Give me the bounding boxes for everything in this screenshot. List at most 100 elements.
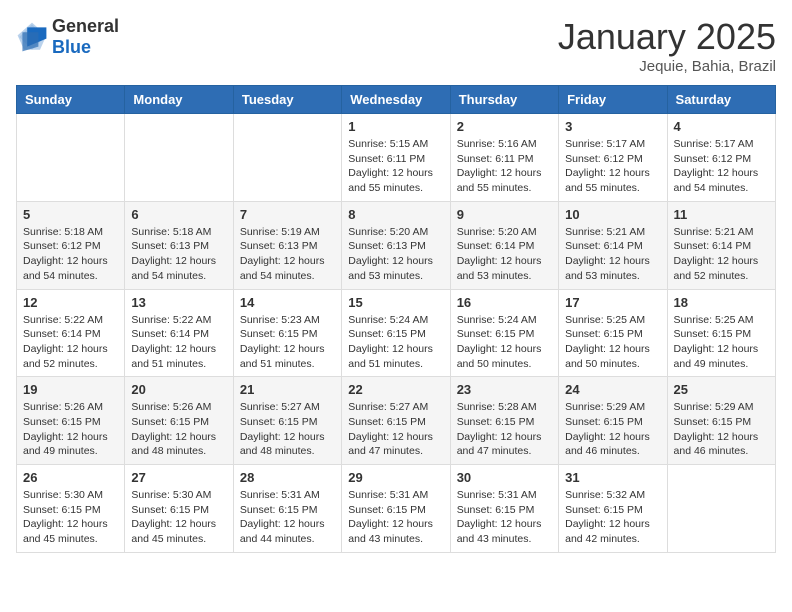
day-number: 8	[348, 207, 443, 222]
day-number: 13	[131, 295, 226, 310]
month-title: January 2025	[558, 16, 776, 58]
day-info: Sunrise: 5:15 AM Sunset: 6:11 PM Dayligh…	[348, 137, 443, 196]
calendar-cell: 21 Sunrise: 5:27 AM Sunset: 6:15 PM Dayli…	[233, 377, 341, 465]
calendar-week-row: 5Sunrise: 5:18 AM Sunset: 6:12 PM Daylig…	[17, 201, 776, 289]
logo-general: General	[52, 16, 119, 37]
day-info: Sunrise: 5:24 AM Sunset: 6:15 PM Dayligh…	[348, 313, 443, 372]
calendar-cell: 17Sunrise: 5:25 AM Sunset: 6:15 PM Dayli…	[559, 289, 667, 377]
calendar-header-tuesday: Tuesday	[233, 86, 341, 114]
calendar-cell	[667, 465, 775, 553]
day-info: Sunrise: 5:20 AM Sunset: 6:14 PM Dayligh…	[457, 225, 552, 284]
day-number: 14	[240, 295, 335, 310]
calendar-cell	[17, 114, 125, 202]
calendar-cell: 4Sunrise: 5:17 AM Sunset: 6:12 PM Daylig…	[667, 114, 775, 202]
logo-blue: Blue	[52, 37, 119, 58]
day-number: 31	[565, 470, 660, 485]
calendar-cell	[233, 114, 341, 202]
page-header: General Blue January 2025 Jequie, Bahia,…	[16, 16, 776, 75]
day-info: Sunrise: 5:16 AM Sunset: 6:11 PM Dayligh…	[457, 137, 552, 196]
calendar-cell: 24Sunrise: 5:29 AM Sunset: 6:15 PM Dayli…	[559, 377, 667, 465]
calendar-week-row: 1 Sunrise: 5:15 AM Sunset: 6:11 PM Daylig…	[17, 114, 776, 202]
calendar-cell: 9 Sunrise: 5:20 AM Sunset: 6:14 PM Daylig…	[450, 201, 558, 289]
day-info: Sunrise: 5:18 AM Sunset: 6:12 PM Dayligh…	[23, 225, 118, 284]
day-info: Sunrise: 5:27 AM Sunset: 6:15 PM Dayligh…	[348, 400, 443, 459]
calendar-cell: 31 Sunrise: 5:32 AM Sunset: 6:15 PM Dayli…	[559, 465, 667, 553]
day-number: 7	[240, 207, 335, 222]
day-info: Sunrise: 5:32 AM Sunset: 6:15 PM Dayligh…	[565, 488, 660, 547]
day-number: 10	[565, 207, 660, 222]
calendar-cell: 8 Sunrise: 5:20 AM Sunset: 6:13 PM Daylig…	[342, 201, 450, 289]
day-number: 22	[348, 382, 443, 397]
calendar-cell: 23Sunrise: 5:28 AM Sunset: 6:15 PM Dayli…	[450, 377, 558, 465]
logo: General Blue	[16, 16, 119, 58]
day-number: 2	[457, 119, 552, 134]
calendar-table: SundayMondayTuesdayWednesdayThursdayFrid…	[16, 85, 776, 553]
day-info: Sunrise: 5:22 AM Sunset: 6:14 PM Dayligh…	[23, 313, 118, 372]
calendar-cell: 26 Sunrise: 5:30 AM Sunset: 6:15 PM Dayli…	[17, 465, 125, 553]
day-info: Sunrise: 5:26 AM Sunset: 6:15 PM Dayligh…	[23, 400, 118, 459]
calendar-cell	[125, 114, 233, 202]
day-number: 15	[348, 295, 443, 310]
day-info: Sunrise: 5:20 AM Sunset: 6:13 PM Dayligh…	[348, 225, 443, 284]
calendar-header-saturday: Saturday	[667, 86, 775, 114]
calendar-cell: 29 Sunrise: 5:31 AM Sunset: 6:15 PM Dayli…	[342, 465, 450, 553]
day-number: 30	[457, 470, 552, 485]
calendar-header-thursday: Thursday	[450, 86, 558, 114]
day-number: 9	[457, 207, 552, 222]
calendar-cell: 2 Sunrise: 5:16 AM Sunset: 6:11 PM Daylig…	[450, 114, 558, 202]
day-number: 27	[131, 470, 226, 485]
day-number: 12	[23, 295, 118, 310]
day-info: Sunrise: 5:18 AM Sunset: 6:13 PM Dayligh…	[131, 225, 226, 284]
day-info: Sunrise: 5:30 AM Sunset: 6:15 PM Dayligh…	[131, 488, 226, 547]
calendar-cell: 11 Sunrise: 5:21 AM Sunset: 6:14 PM Dayli…	[667, 201, 775, 289]
day-info: Sunrise: 5:31 AM Sunset: 6:15 PM Dayligh…	[240, 488, 335, 547]
day-number: 6	[131, 207, 226, 222]
day-number: 24	[565, 382, 660, 397]
calendar-header-sunday: Sunday	[17, 86, 125, 114]
calendar-cell: 7 Sunrise: 5:19 AM Sunset: 6:13 PM Daylig…	[233, 201, 341, 289]
day-number: 11	[674, 207, 769, 222]
day-info: Sunrise: 5:21 AM Sunset: 6:14 PM Dayligh…	[674, 225, 769, 284]
calendar-cell: 18Sunrise: 5:25 AM Sunset: 6:15 PM Dayli…	[667, 289, 775, 377]
day-info: Sunrise: 5:26 AM Sunset: 6:15 PM Dayligh…	[131, 400, 226, 459]
day-info: Sunrise: 5:30 AM Sunset: 6:15 PM Dayligh…	[23, 488, 118, 547]
calendar-cell: 10 Sunrise: 5:21 AM Sunset: 6:14 PM Dayli…	[559, 201, 667, 289]
calendar-cell: 22 Sunrise: 5:27 AM Sunset: 6:15 PM Dayli…	[342, 377, 450, 465]
calendar-cell: 6 Sunrise: 5:18 AM Sunset: 6:13 PM Daylig…	[125, 201, 233, 289]
day-info: Sunrise: 5:24 AM Sunset: 6:15 PM Dayligh…	[457, 313, 552, 372]
day-info: Sunrise: 5:28 AM Sunset: 6:15 PM Dayligh…	[457, 400, 552, 459]
calendar-cell: 19Sunrise: 5:26 AM Sunset: 6:15 PM Dayli…	[17, 377, 125, 465]
day-number: 18	[674, 295, 769, 310]
day-info: Sunrise: 5:27 AM Sunset: 6:15 PM Dayligh…	[240, 400, 335, 459]
calendar-week-row: 26 Sunrise: 5:30 AM Sunset: 6:15 PM Dayli…	[17, 465, 776, 553]
day-info: Sunrise: 5:25 AM Sunset: 6:15 PM Dayligh…	[565, 313, 660, 372]
calendar-cell: 1 Sunrise: 5:15 AM Sunset: 6:11 PM Daylig…	[342, 114, 450, 202]
day-number: 25	[674, 382, 769, 397]
day-number: 16	[457, 295, 552, 310]
day-info: Sunrise: 5:19 AM Sunset: 6:13 PM Dayligh…	[240, 225, 335, 284]
calendar-cell: 14 Sunrise: 5:23 AM Sunset: 6:15 PM Dayli…	[233, 289, 341, 377]
calendar-cell: 30Sunrise: 5:31 AM Sunset: 6:15 PM Dayli…	[450, 465, 558, 553]
location: Jequie, Bahia, Brazil	[558, 58, 776, 75]
day-info: Sunrise: 5:31 AM Sunset: 6:15 PM Dayligh…	[348, 488, 443, 547]
title-block: January 2025 Jequie, Bahia, Brazil	[558, 16, 776, 75]
day-number: 21	[240, 382, 335, 397]
day-number: 29	[348, 470, 443, 485]
calendar-cell: 13 Sunrise: 5:22 AM Sunset: 6:14 PM Dayli…	[125, 289, 233, 377]
logo-text: General Blue	[52, 16, 119, 58]
calendar-cell: 15 Sunrise: 5:24 AM Sunset: 6:15 PM Dayli…	[342, 289, 450, 377]
day-number: 1	[348, 119, 443, 134]
day-info: Sunrise: 5:21 AM Sunset: 6:14 PM Dayligh…	[565, 225, 660, 284]
day-number: 4	[674, 119, 769, 134]
calendar-header-wednesday: Wednesday	[342, 86, 450, 114]
calendar-cell: 25Sunrise: 5:29 AM Sunset: 6:15 PM Dayli…	[667, 377, 775, 465]
day-number: 26	[23, 470, 118, 485]
calendar-cell: 27 Sunrise: 5:30 AM Sunset: 6:15 PM Dayli…	[125, 465, 233, 553]
calendar-header-row: SundayMondayTuesdayWednesdayThursdayFrid…	[17, 86, 776, 114]
day-number: 28	[240, 470, 335, 485]
day-info: Sunrise: 5:23 AM Sunset: 6:15 PM Dayligh…	[240, 313, 335, 372]
calendar-cell: 12 Sunrise: 5:22 AM Sunset: 6:14 PM Dayli…	[17, 289, 125, 377]
day-info: Sunrise: 5:22 AM Sunset: 6:14 PM Dayligh…	[131, 313, 226, 372]
calendar-week-row: 19Sunrise: 5:26 AM Sunset: 6:15 PM Dayli…	[17, 377, 776, 465]
calendar-week-row: 12 Sunrise: 5:22 AM Sunset: 6:14 PM Dayli…	[17, 289, 776, 377]
